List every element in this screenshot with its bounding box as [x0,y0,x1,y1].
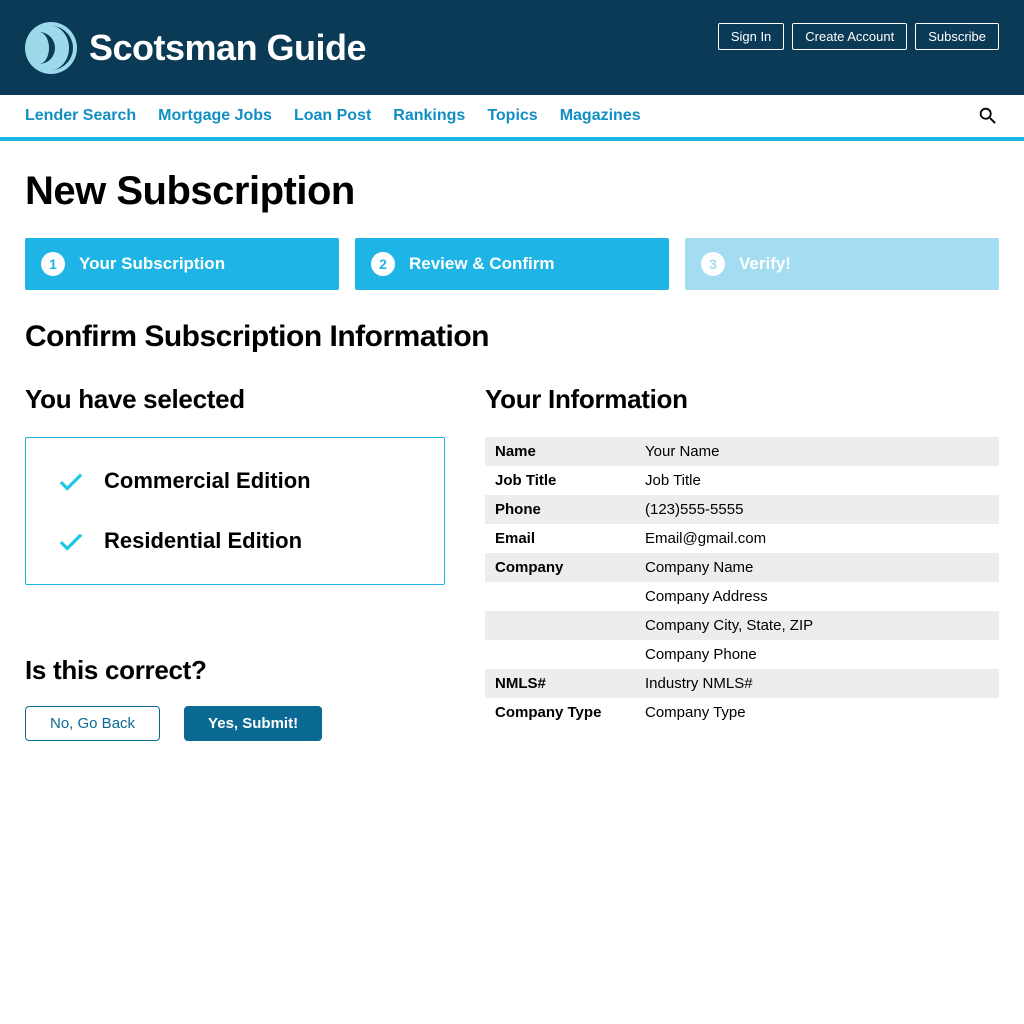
table-row: NameYour Name [485,437,999,466]
step-number: 3 [701,252,725,276]
table-row: NMLS#Industry NMLS# [485,669,999,698]
info-value: Company Name [635,553,999,582]
confirm-section: Is this correct? No, Go Back Yes, Submit… [25,655,445,741]
nav-topics[interactable]: Topics [487,107,537,125]
main-nav: Lender Search Mortgage Jobs Loan Post Ra… [0,95,1024,141]
step-review-confirm[interactable]: 2 Review & Confirm [355,238,669,290]
table-row: Phone(123)555-5555 [485,495,999,524]
subscribe-button[interactable]: Subscribe [915,23,999,50]
info-label: Company Type [485,698,635,727]
selection-item: Commercial Edition [56,466,414,496]
brand-name: Scotsman Guide [89,27,366,69]
top-header: Scotsman Guide Sign In Create Account Su… [0,0,1024,95]
page-title: New Subscription [25,169,999,214]
info-label [485,640,635,669]
right-column: Your Information NameYour Name Job Title… [485,384,999,741]
confirm-buttons: No, Go Back Yes, Submit! [25,706,445,741]
main-content: New Subscription 1 Your Subscription 2 R… [0,141,1024,769]
brand-logo[interactable]: Scotsman Guide [25,22,366,74]
nav-loan-post[interactable]: Loan Post [294,107,371,125]
selection-label: Commercial Edition [104,468,311,494]
submit-button[interactable]: Yes, Submit! [184,706,322,741]
search-icon[interactable] [977,105,999,127]
section-title: Confirm Subscription Information [25,320,999,354]
left-column: You have selected Commercial Edition Res… [25,384,445,741]
create-account-button[interactable]: Create Account [792,23,907,50]
info-value: Job Title [635,466,999,495]
info-label: Name [485,437,635,466]
table-row: EmailEmail@gmail.com [485,524,999,553]
info-label: Company [485,553,635,582]
progress-steps: 1 Your Subscription 2 Review & Confirm 3… [25,238,999,290]
step-number: 1 [41,252,65,276]
info-label: NMLS# [485,669,635,698]
info-label: Phone [485,495,635,524]
info-value: Industry NMLS# [635,669,999,698]
info-heading: Your Information [485,384,999,415]
nav-rankings[interactable]: Rankings [393,107,465,125]
check-icon [56,526,86,556]
step-verify[interactable]: 3 Verify! [685,238,999,290]
table-row: Job TitleJob Title [485,466,999,495]
info-value: Company City, State, ZIP [635,611,999,640]
info-label [485,611,635,640]
go-back-button[interactable]: No, Go Back [25,706,160,741]
info-label [485,582,635,611]
selection-item: Residential Edition [56,526,414,556]
info-value: (123)555-5555 [635,495,999,524]
info-value: Email@gmail.com [635,524,999,553]
step-number: 2 [371,252,395,276]
info-value: Your Name [635,437,999,466]
selection-box: Commercial Edition Residential Edition [25,437,445,585]
step-label: Verify! [739,254,791,274]
info-label: Email [485,524,635,553]
info-table: NameYour Name Job TitleJob Title Phone(1… [485,437,999,727]
table-row: CompanyCompany Name [485,553,999,582]
header-actions: Sign In Create Account Subscribe [718,23,999,50]
step-your-subscription[interactable]: 1 Your Subscription [25,238,339,290]
content-columns: You have selected Commercial Edition Res… [25,384,999,741]
info-value: Company Address [635,582,999,611]
table-row: Company Address [485,582,999,611]
table-row: Company Phone [485,640,999,669]
step-label: Review & Confirm [409,254,554,274]
confirm-heading: Is this correct? [25,655,445,686]
selected-heading: You have selected [25,384,445,415]
table-row: Company City, State, ZIP [485,611,999,640]
info-value: Company Phone [635,640,999,669]
check-icon [56,466,86,496]
table-row: Company TypeCompany Type [485,698,999,727]
nav-mortgage-jobs[interactable]: Mortgage Jobs [158,107,272,125]
nav-lender-search[interactable]: Lender Search [25,107,136,125]
sign-in-button[interactable]: Sign In [718,23,784,50]
info-label: Job Title [485,466,635,495]
scotsman-logo-icon [25,22,77,74]
nav-links: Lender Search Mortgage Jobs Loan Post Ra… [25,107,641,125]
info-value: Company Type [635,698,999,727]
nav-magazines[interactable]: Magazines [560,107,641,125]
selection-label: Residential Edition [104,528,302,554]
step-label: Your Subscription [79,254,225,274]
